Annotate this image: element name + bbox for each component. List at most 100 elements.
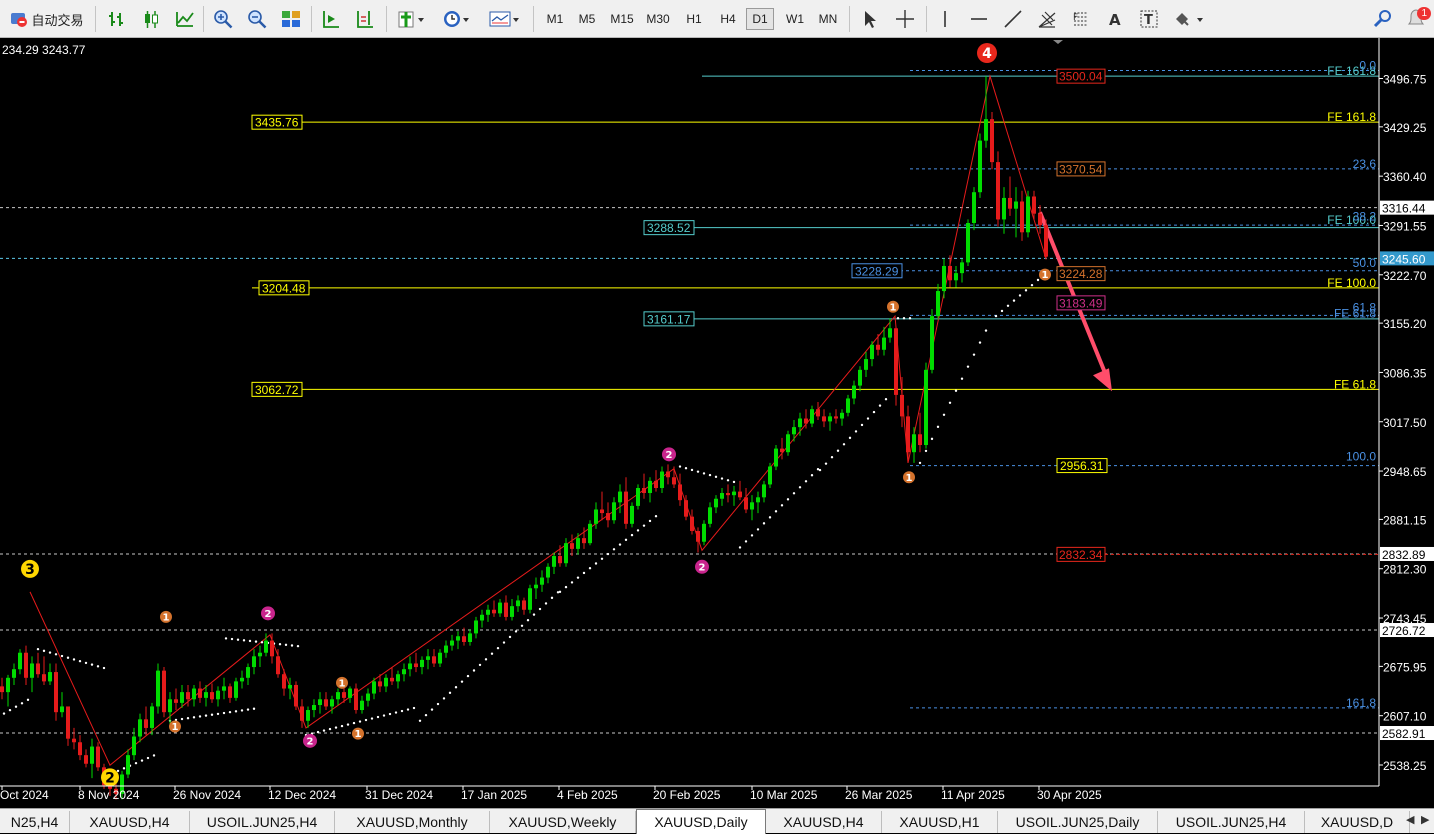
periods-button[interactable] xyxy=(438,5,474,33)
parabolic-sar-dot xyxy=(192,716,196,719)
timeframe-h1-button[interactable]: H1 xyxy=(679,8,709,30)
parabolic-sar-dot xyxy=(48,651,52,654)
price-axis-tick-label: 3496.75 xyxy=(1383,73,1427,87)
wave-label[interactable]: 2 xyxy=(695,559,709,574)
chart-shift-button[interactable] xyxy=(352,5,378,33)
horizontal-line-button[interactable] xyxy=(966,5,992,33)
chart-tab[interactable]: XAUUSD,Monthly xyxy=(335,811,490,833)
time-axis-tick-label: 10 Mar 2025 xyxy=(750,788,818,802)
cursor-icon xyxy=(865,11,876,28)
candlestick[interactable] xyxy=(162,667,166,718)
candlestick[interactable] xyxy=(156,663,160,714)
line-chart-button[interactable] xyxy=(172,5,198,33)
chart-tab-active[interactable]: XAUUSD,Daily xyxy=(636,809,766,834)
candlestick[interactable] xyxy=(768,462,772,489)
timeframe-m30-button[interactable]: M30 xyxy=(641,8,675,30)
fib-ratio-label: FE 61.8 xyxy=(1334,306,1376,320)
timeframe-w1-button[interactable]: W1 xyxy=(780,8,810,30)
chart-tab[interactable]: XAUUSD,H4 xyxy=(70,811,190,833)
chart-tab[interactable]: XAUUSD,H4 xyxy=(766,811,882,833)
fib-ratio-label: FE 61.8 xyxy=(1334,377,1376,391)
candlestick[interactable] xyxy=(786,430,790,456)
candlestick[interactable] xyxy=(1044,219,1048,260)
cursor-button[interactable] xyxy=(856,5,882,33)
chart-tab[interactable]: N25,H4 xyxy=(0,811,70,833)
wave-label[interactable]: 2 xyxy=(101,768,119,787)
candlestick[interactable] xyxy=(996,151,1000,227)
chart-tab[interactable]: USOIL.JUN25,Daily xyxy=(998,811,1158,833)
candlestick[interactable] xyxy=(990,111,994,170)
candlestick[interactable] xyxy=(774,445,778,471)
search-button[interactable] xyxy=(1370,5,1396,33)
chart-tab[interactable]: XAUUSD,D xyxy=(1305,811,1410,833)
candlestick[interactable] xyxy=(924,362,928,449)
timeframe-m15-button[interactable]: M15 xyxy=(605,8,639,30)
parabolic-sar-dot xyxy=(884,397,888,401)
autoscroll-button[interactable] xyxy=(318,5,344,33)
parabolic-sar-dot xyxy=(978,341,982,344)
timeframe-m5-button[interactable]: M5 xyxy=(572,8,602,30)
chart-tab[interactable]: XAUUSD,Weekly xyxy=(490,811,636,833)
wave-label[interactable]: 2 xyxy=(662,447,676,462)
arrow-objects-button[interactable] xyxy=(1170,5,1210,33)
parabolic-sar-dot xyxy=(786,498,790,501)
timeframe-d1-button[interactable]: D1 xyxy=(746,8,774,30)
notifications-button[interactable]: 1 xyxy=(1404,5,1432,33)
price-chart[interactable]: 3435.763204.483062.722956.313288.523161.… xyxy=(0,38,1434,808)
chart-tab[interactable]: XAUUSD,H1 xyxy=(882,811,998,833)
wave-label[interactable]: 3 xyxy=(21,559,39,578)
candlestick[interactable] xyxy=(930,308,934,374)
templates-button[interactable] xyxy=(484,5,524,33)
indicators-button[interactable] xyxy=(393,5,429,33)
parabolic-sar-dot xyxy=(830,456,834,459)
candlestick[interactable] xyxy=(294,681,298,711)
parabolic-sar-dot xyxy=(210,713,214,716)
tabs-scroll-right-icon[interactable]: ▶ xyxy=(1421,813,1429,826)
chart-window[interactable]: 3435.76 3204.48 3062.72 2956.31 3288.52 3161.… xyxy=(0,38,1434,808)
trendline-button[interactable] xyxy=(1000,5,1026,33)
candlestick[interactable] xyxy=(894,326,898,406)
crosshair-button[interactable] xyxy=(892,5,918,33)
tabs-scroll-left-icon[interactable]: ◀ xyxy=(1406,813,1414,826)
candlestick[interactable] xyxy=(528,584,532,614)
candlestick[interactable] xyxy=(702,520,706,546)
candlestick[interactable] xyxy=(978,133,982,198)
tile-windows-button[interactable] xyxy=(278,5,304,33)
candlestick[interactable] xyxy=(630,502,634,528)
candlestick-icon xyxy=(145,11,158,28)
chart-tab[interactable]: USOIL.JUN25,H4 xyxy=(190,811,335,833)
text-label-button[interactable]: T xyxy=(1136,5,1162,33)
auto-trading-button[interactable]: 自动交易 xyxy=(4,5,90,33)
timeframe-h4-button[interactable]: H4 xyxy=(713,8,743,30)
svg-text:T: T xyxy=(1144,13,1153,28)
search-icon xyxy=(1373,10,1391,28)
parabolic-sar-dot xyxy=(624,538,628,542)
candlestick[interactable] xyxy=(588,520,592,546)
wave-label[interactable]: 4 xyxy=(977,43,997,63)
timeframe-m1-button[interactable]: M1 xyxy=(540,8,570,30)
zoom-out-button[interactable] xyxy=(244,5,270,33)
candlestick[interactable] xyxy=(1026,190,1030,238)
wave-label[interactable]: 2 xyxy=(261,606,275,621)
parabolic-sar-dot xyxy=(2,712,6,715)
parabolic-sar-dot xyxy=(26,698,30,702)
candlestick[interactable] xyxy=(54,663,58,721)
parabolic-sar-dot xyxy=(726,479,730,482)
fib-fan-button[interactable] xyxy=(1034,5,1060,33)
vertical-line-button[interactable] xyxy=(932,5,958,33)
candlestick[interactable] xyxy=(96,742,100,771)
fibonacci-button[interactable]: F xyxy=(1068,5,1094,33)
time-axis-tick-label: 17 Jan 2025 xyxy=(461,788,527,802)
chart-tab[interactable]: USOIL.JUN25,H4 xyxy=(1158,811,1305,833)
text-button[interactable]: A xyxy=(1102,5,1128,33)
fib-ratio-label: FE 161.8 xyxy=(1327,110,1376,124)
timeframe-mn-button[interactable]: MN xyxy=(813,8,843,30)
bar-chart-button[interactable] xyxy=(104,5,130,33)
wave-label[interactable]: 2 xyxy=(303,733,317,748)
zoom-in-button[interactable] xyxy=(210,5,236,33)
candlestick[interactable] xyxy=(636,484,640,510)
price-axis-tick-label: 2881.15 xyxy=(1383,513,1427,527)
parabolic-sar-dot xyxy=(902,317,906,320)
candlestick[interactable] xyxy=(966,219,970,266)
candlestick-button[interactable] xyxy=(138,5,164,33)
